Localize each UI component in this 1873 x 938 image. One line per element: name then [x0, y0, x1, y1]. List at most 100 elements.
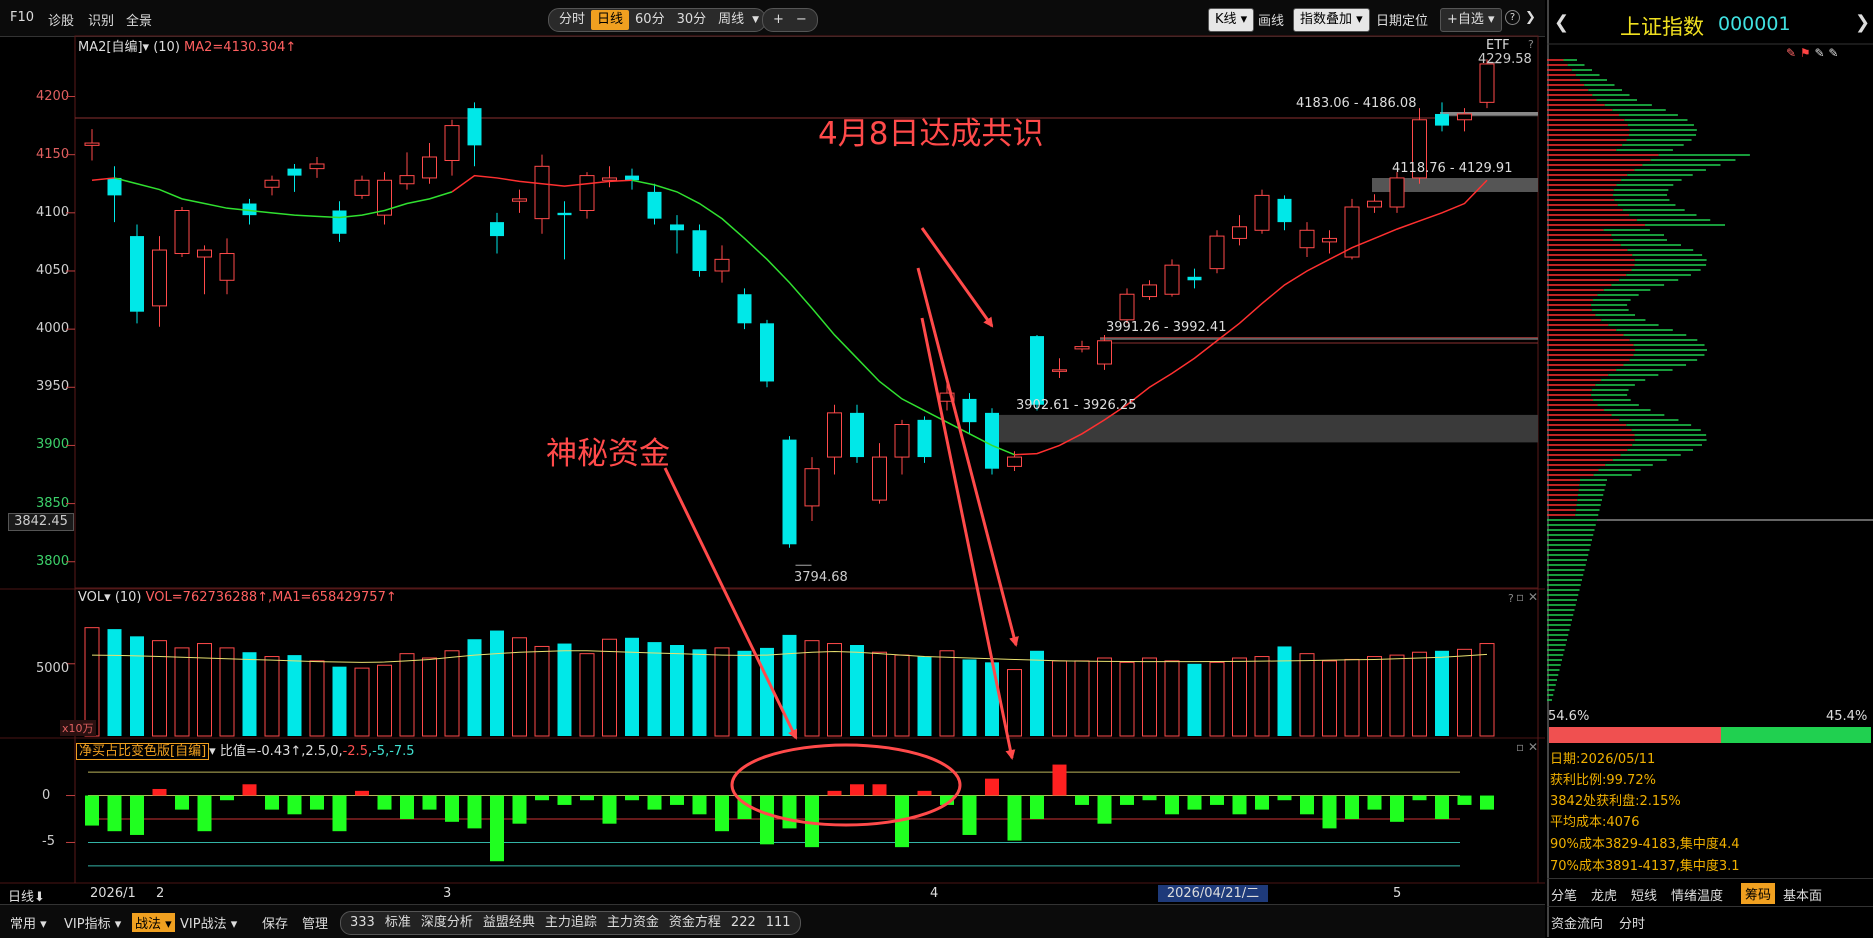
help-icon[interactable]: ? — [1508, 592, 1514, 605]
candle-body — [84, 142, 100, 146]
group-classic[interactable]: 益盟经典 — [478, 913, 540, 933]
right-tabs-secondary: 资金流向 分时 — [1547, 906, 1873, 935]
maximize-icon[interactable]: ▫ — [1516, 740, 1524, 754]
netbuy-value-red: -2.5 — [342, 744, 368, 759]
volume-bar — [354, 667, 370, 737]
candle-body — [309, 163, 325, 170]
price-zone-label: 4183.06 - 4186.08 — [1296, 95, 1417, 111]
candle-body — [1030, 336, 1044, 405]
netbuy-bar — [242, 784, 257, 796]
volume-bar — [760, 647, 774, 736]
candle-body — [579, 175, 595, 211]
period-label[interactable]: 日线⬇ — [8, 886, 45, 905]
netbuy-bar — [1390, 795, 1404, 822]
vol-indicator-name[interactable]: VOL — [78, 590, 104, 605]
group-standard[interactable]: 标准 — [380, 913, 416, 933]
cost-70: 70%成本3891-4137,集中度3.1 — [1550, 859, 1740, 874]
candle-body — [287, 168, 302, 176]
candle-body — [152, 249, 167, 307]
netbuy-indicator-name[interactable]: 净买占比变色版[自编] — [76, 743, 210, 760]
tab-short-term[interactable]: 短线 — [1631, 885, 1657, 904]
volume-bar — [1412, 651, 1427, 737]
netbuy-bar — [1187, 795, 1202, 810]
volume-bar — [827, 643, 842, 737]
tab-fundamentals[interactable]: 基本面 — [1783, 885, 1822, 904]
netbuy-bar — [715, 795, 729, 832]
volume-bar — [1254, 656, 1270, 737]
group-fund-equation[interactable]: 资金方程 — [664, 913, 726, 933]
annotation-ellipse — [730, 743, 962, 827]
vip-indicator-dropdown[interactable]: VIP指标 ▾ — [64, 913, 121, 932]
group-main-tracking[interactable]: 主力追踪 — [540, 913, 602, 933]
group-deep-analysis[interactable]: 深度分析 — [416, 913, 478, 933]
right-tabs: 分笔 龙虎 短线 情绪温度 筹码 基本面 — [1547, 878, 1873, 907]
netbuy-bar — [962, 795, 977, 835]
volume-bar — [309, 660, 325, 737]
maximize-icon[interactable]: ▫ — [1516, 590, 1524, 604]
netbuy-bar — [535, 795, 549, 801]
close-icon[interactable]: ✕ — [1528, 740, 1538, 754]
loss-ratio-bar — [1721, 727, 1871, 743]
netbuy-bar — [1007, 795, 1022, 841]
candle-body — [1389, 177, 1405, 208]
candle-body — [985, 412, 999, 469]
netbuy-value-green: ,-5,-7.5 — [367, 744, 415, 759]
group-222[interactable]: 222 — [726, 913, 761, 933]
common-dropdown[interactable]: 常用 ▾ — [10, 913, 47, 932]
netbuy-bar — [445, 795, 459, 822]
save-button[interactable]: 保存 — [262, 913, 288, 932]
volume-bar — [872, 651, 887, 737]
candle-body — [782, 439, 797, 545]
group-333[interactable]: 333 — [345, 913, 380, 933]
kline-chart[interactable] — [0, 0, 1545, 937]
candle-body — [1254, 194, 1270, 231]
tab-chips[interactable]: 筹码 — [1741, 883, 1776, 904]
candle-body — [1209, 235, 1225, 270]
netbuy-bar — [760, 795, 774, 845]
group-main-funds[interactable]: 主力资金 — [602, 913, 664, 933]
candle-body — [872, 456, 887, 501]
netbuy-bar — [85, 795, 99, 826]
vip-strategy-dropdown[interactable]: VIP战法 ▾ — [180, 913, 237, 932]
tab-sentiment[interactable]: 情绪温度 — [1671, 885, 1723, 904]
volume-bar — [219, 647, 235, 737]
price-zone-label: 4118.76 - 4129.91 — [1392, 161, 1513, 177]
netbuy-bar — [985, 778, 999, 796]
volume-bar — [1074, 660, 1090, 737]
volume-bar — [1435, 650, 1449, 736]
volume-bar — [264, 656, 280, 737]
tab-intraday[interactable]: 分时 — [1619, 913, 1645, 932]
candle-body — [625, 175, 639, 181]
volume-bar — [782, 634, 797, 736]
candle-body — [850, 412, 864, 458]
netbuy-bar — [1120, 795, 1134, 805]
profit-ratio-bar — [1549, 727, 1721, 743]
close-icon[interactable]: ✕ — [1528, 590, 1538, 604]
volume-bar — [714, 647, 730, 737]
tab-fund-flow[interactable]: 资金流向 — [1551, 913, 1603, 932]
profit-at-price: 3842处获利盘:2.15% — [1550, 794, 1681, 809]
netbuy-bar — [107, 795, 122, 832]
tab-dragon-tiger[interactable]: 龙虎 — [1591, 885, 1617, 904]
netbuy-bar — [1255, 795, 1269, 810]
candle-body — [264, 179, 280, 188]
candle-body — [219, 253, 235, 281]
candle-body — [962, 398, 977, 423]
volume-bar — [670, 645, 684, 736]
netbuy-bar — [647, 795, 662, 810]
volume-bar — [1164, 660, 1180, 737]
chip-distribution-chart — [1547, 43, 1873, 701]
volume-bar — [1299, 653, 1315, 737]
netbuy-bar — [1052, 764, 1067, 796]
candle-body — [827, 412, 842, 458]
volume-bar — [1209, 661, 1225, 737]
bottom-toolbar: 常用 ▾ VIP指标 ▾ 战法 ▾ VIP战法 ▾ 保存 管理 333 标准 深… — [0, 904, 1545, 938]
netbuy-bar — [692, 795, 707, 815]
cursor-date-label: 2026/04/21/二 — [1158, 885, 1268, 902]
volume-bar — [1142, 657, 1157, 737]
tab-ticks[interactable]: 分笔 — [1551, 885, 1577, 904]
group-111[interactable]: 111 — [761, 913, 796, 933]
netbuy-bar — [377, 795, 392, 810]
strategy-tab[interactable]: 战法 ▾ — [132, 913, 175, 932]
manage-button[interactable]: 管理 — [302, 913, 328, 932]
